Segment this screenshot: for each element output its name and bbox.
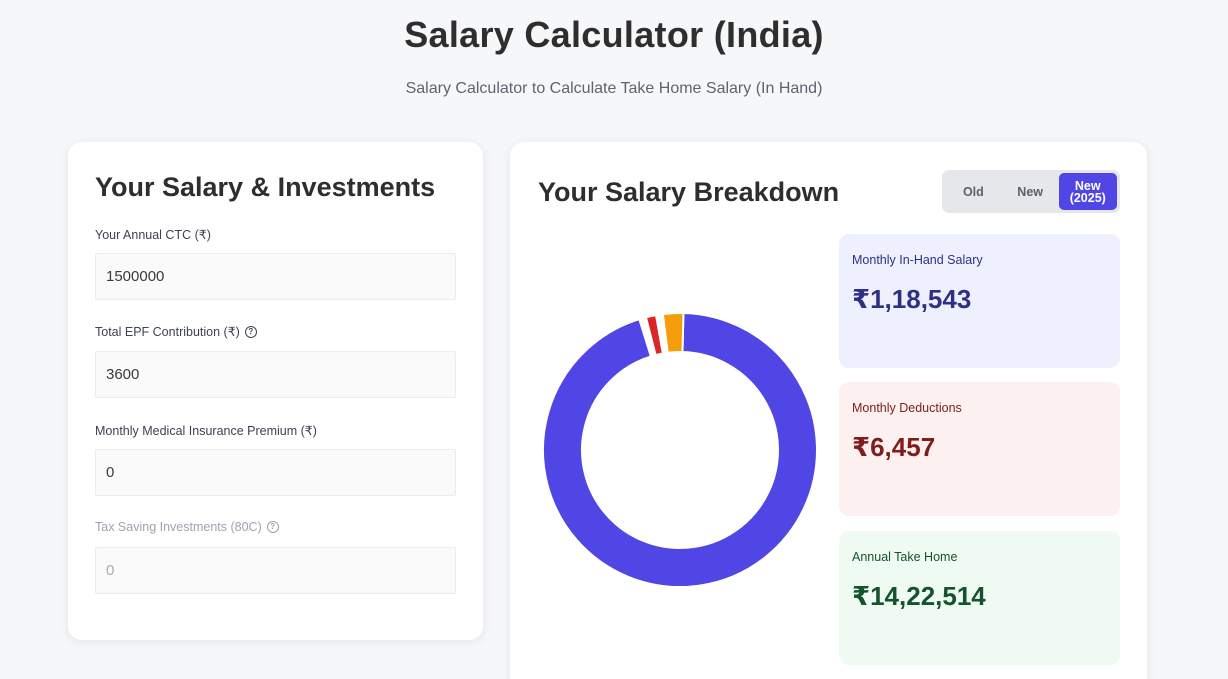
donut-slice-1[interactable]: [542, 312, 818, 588]
monthly-deductions-value: ₹6,457: [852, 432, 936, 462]
epf-contribution-input[interactable]: [95, 351, 456, 398]
salary-breakdown-card: Your Salary Breakdown Old New New (2025)…: [510, 142, 1147, 679]
tax-saving-label-text: Tax Saving Investments (80C): [95, 520, 262, 534]
breakdown-card-title: Your Salary Breakdown: [538, 177, 840, 207]
monthly-inhand-label: Monthly In-Hand Salary: [852, 253, 983, 267]
annual-takehome-value: ₹14,22,514: [852, 581, 986, 611]
medical-premium-label: Monthly Medical Insurance Premium (₹): [95, 423, 317, 438]
page-title: Salary Calculator (India): [404, 14, 824, 55]
monthly-inhand-card: Monthly In-Hand Salary ₹1,18,543: [839, 234, 1120, 368]
regime-old-button[interactable]: Old: [945, 173, 1002, 210]
salary-inputs-card: Your Salary & Investments Your Annual CT…: [68, 142, 483, 640]
epf-contribution-label: Total EPF Contribution (₹) ?: [95, 324, 257, 339]
annual-ctc-label: Your Annual CTC (₹): [95, 227, 211, 242]
regime-new-button[interactable]: New: [1002, 173, 1059, 210]
tax-saving-input[interactable]: [95, 547, 456, 594]
donut-slice-3[interactable]: [661, 312, 685, 354]
regime-new-2025-button[interactable]: New (2025): [1058, 173, 1117, 210]
salary-donut-chart: [542, 312, 818, 588]
monthly-deductions-label: Monthly Deductions: [852, 401, 962, 415]
help-circle-icon[interactable]: ?: [266, 521, 279, 533]
inputs-card-title: Your Salary & Investments: [95, 172, 436, 202]
monthly-inhand-value: ₹1,18,543: [852, 284, 972, 314]
tax-saving-label: Tax Saving Investments (80C) ?: [95, 520, 279, 534]
annual-ctc-label-text: Your Annual CTC (₹): [95, 228, 211, 242]
medical-premium-label-text: Monthly Medical Insurance Premium (₹): [95, 424, 317, 438]
help-circle-icon[interactable]: ?: [244, 325, 257, 338]
annual-takehome-card: Annual Take Home ₹14,22,514: [839, 531, 1120, 665]
regime-new-2025-line2: (2025): [1069, 190, 1106, 205]
regime-new-2025-label: New (2025): [1069, 179, 1106, 205]
medical-premium-input[interactable]: [95, 449, 456, 496]
annual-takehome-label: Annual Take Home: [852, 550, 958, 564]
page-subtitle: Salary Calculator to Calculate Take Home…: [405, 80, 823, 97]
tax-regime-toggle: Old New New (2025): [942, 170, 1120, 213]
monthly-deductions-card: Monthly Deductions ₹6,457: [839, 382, 1120, 516]
epf-contribution-label-text: Total EPF Contribution (₹): [95, 325, 240, 339]
annual-ctc-input[interactable]: [95, 253, 456, 300]
